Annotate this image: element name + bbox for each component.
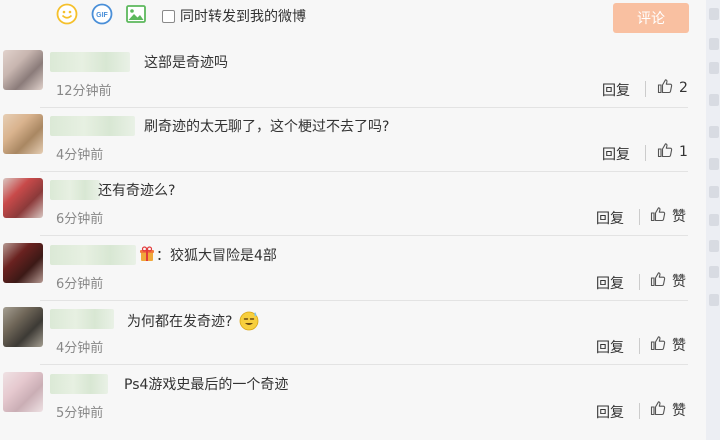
comment-divider xyxy=(40,364,688,365)
comment-text: Ps4游戏史最后的一个奇迹 xyxy=(124,377,289,393)
avatar[interactable] xyxy=(3,307,43,347)
comment-text: ：狡狐大冒险是4部 xyxy=(156,248,277,264)
username-blurred[interactable] xyxy=(50,374,108,394)
repost-checkbox[interactable] xyxy=(162,9,175,23)
like-button[interactable]: 赞 xyxy=(650,335,686,355)
comment-text: 还有奇迹么? xyxy=(98,183,176,199)
gift-badge-icon xyxy=(139,246,155,266)
thumbs-up-icon xyxy=(657,78,673,98)
reply-button[interactable]: 回复 xyxy=(602,144,630,164)
like-button[interactable]: 2 xyxy=(657,78,688,98)
comment-time: 5分钟前 xyxy=(56,406,104,421)
reply-button[interactable]: 回复 xyxy=(596,208,624,228)
right-edge-strip xyxy=(706,0,720,440)
reply-button[interactable]: 回复 xyxy=(602,80,630,100)
comment-item: 还有奇迹么? 6分钟前 回复 赞 xyxy=(0,172,706,236)
reply-button[interactable]: 回复 xyxy=(596,402,624,422)
like-count: 赞 xyxy=(672,403,686,419)
thumbs-up-icon xyxy=(650,400,666,420)
comment-time: 12分钟前 xyxy=(56,84,112,99)
comment-item: 为何都在发奇迹? 4分钟前 回复 赞 xyxy=(0,301,706,365)
like-count: 赞 xyxy=(672,209,686,225)
avatar[interactable] xyxy=(3,243,43,283)
gif-icon[interactable]: GIF xyxy=(91,3,113,25)
comment-content: 刷奇迹的太无聊了，这个梗过不去了吗? xyxy=(144,116,389,136)
thumbs-up-icon xyxy=(650,335,666,355)
repost-option[interactable]: 同时转发到我的微博 xyxy=(162,6,306,26)
comment-content: 这部是奇迹吗 xyxy=(144,52,228,72)
comment-divider xyxy=(40,235,688,236)
comment-panel: GIF 同时转发到我的微博 评论 这部是奇迹吗 12分钟前 回复 2 刷奇迹的太无聊了，… xyxy=(0,0,706,440)
username-blurred[interactable] xyxy=(50,116,135,136)
thumbs-up-icon xyxy=(650,271,666,291)
comment-time: 6分钟前 xyxy=(56,277,104,292)
action-separator xyxy=(639,274,640,290)
comment-text: 为何都在发奇迹? xyxy=(127,314,233,330)
reply-button[interactable]: 回复 xyxy=(596,337,624,357)
comment-item: 刷奇迹的太无聊了，这个梗过不去了吗? 4分钟前 回复 1 xyxy=(0,108,706,172)
comment-content: Ps4游戏史最后的一个奇迹 xyxy=(124,374,288,394)
like-count: 赞 xyxy=(672,338,686,354)
comment-content: ：狡狐大冒险是4部 xyxy=(138,245,277,266)
like-button[interactable]: 赞 xyxy=(650,400,686,420)
avatar[interactable] xyxy=(3,114,43,154)
like-count: 1 xyxy=(679,144,688,160)
thumbs-up-icon xyxy=(650,206,666,226)
comment-time: 4分钟前 xyxy=(56,148,104,163)
action-separator xyxy=(639,338,640,354)
repost-label: 同时转发到我的微博 xyxy=(180,9,306,25)
comment-item: ：狡狐大冒险是4部 6分钟前 回复 赞 xyxy=(0,237,706,301)
comment-toolbar: GIF 同时转发到我的微博 评论 xyxy=(0,0,706,36)
comment-content: 还有奇迹么? xyxy=(98,180,175,200)
username-blurred[interactable] xyxy=(50,180,100,200)
comment-time: 4分钟前 xyxy=(56,341,104,356)
username-blurred[interactable] xyxy=(50,245,136,265)
like-button[interactable]: 赞 xyxy=(650,271,686,291)
username-blurred[interactable] xyxy=(50,52,130,72)
like-button[interactable]: 1 xyxy=(657,142,688,162)
avatar[interactable] xyxy=(3,372,43,412)
thumbs-up-icon xyxy=(657,142,673,162)
username-blurred[interactable] xyxy=(50,309,114,329)
like-button[interactable]: 赞 xyxy=(650,206,686,226)
action-separator xyxy=(645,81,646,97)
like-count: 2 xyxy=(679,80,688,96)
avatar[interactable] xyxy=(3,178,43,218)
comment-item: Ps4游戏史最后的一个奇迹 5分钟前 回复 赞 xyxy=(0,366,706,430)
comment-text: 这部是奇迹吗 xyxy=(144,55,228,71)
action-separator xyxy=(639,403,640,419)
smiley-icon[interactable] xyxy=(56,3,78,25)
comment-text: 刷奇迹的太无聊了，这个梗过不去了吗? xyxy=(144,119,390,135)
sweat-smile-emoji-icon xyxy=(238,309,260,335)
action-separator xyxy=(645,145,646,161)
submit-comment-button[interactable]: 评论 xyxy=(613,3,689,33)
like-count: 赞 xyxy=(672,274,686,290)
image-icon[interactable] xyxy=(125,3,147,25)
avatar[interactable] xyxy=(3,50,43,90)
gif-label: GIF xyxy=(96,12,108,19)
comment-content: 为何都在发奇迹? xyxy=(127,309,261,335)
action-separator xyxy=(639,209,640,225)
comment-item: 这部是奇迹吗 12分钟前 回复 2 xyxy=(0,44,706,108)
reply-button[interactable]: 回复 xyxy=(596,273,624,293)
comment-time: 6分钟前 xyxy=(56,212,104,227)
